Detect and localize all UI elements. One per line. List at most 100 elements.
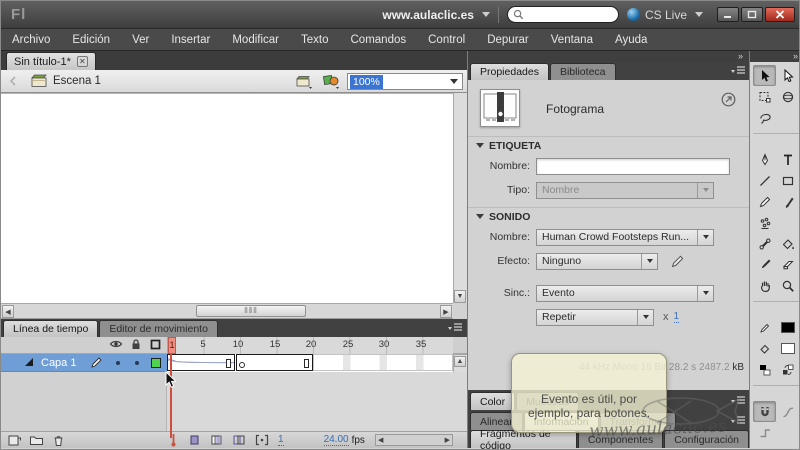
lasso-tool[interactable] bbox=[753, 107, 776, 128]
stage-horizontal-scrollbar[interactable]: ◀ ⦀⦀⦀ ▶ bbox=[1, 303, 453, 319]
scroll-down-arrow[interactable]: ▼ bbox=[454, 290, 466, 303]
menu-ayuda[interactable]: Ayuda bbox=[604, 34, 658, 46]
panel-menu-icon[interactable] bbox=[730, 396, 746, 405]
black-white-button[interactable] bbox=[753, 359, 776, 380]
paint-bucket-tool[interactable] bbox=[776, 233, 799, 254]
menu-depurar[interactable]: Depurar bbox=[476, 34, 540, 46]
chevron-down-icon[interactable] bbox=[697, 286, 713, 301]
stroke-color-swatch[interactable] bbox=[776, 317, 799, 338]
back-arrow-icon[interactable] bbox=[7, 75, 21, 87]
external-link-icon[interactable] bbox=[721, 92, 736, 107]
scroll-right-arrow[interactable]: ▶ bbox=[445, 436, 450, 444]
outline-layers-icon[interactable] bbox=[149, 338, 162, 351]
fps-value[interactable]: 24.00 bbox=[324, 434, 349, 446]
layer-visible-dot[interactable] bbox=[116, 361, 120, 365]
new-folder-button[interactable] bbox=[29, 434, 44, 446]
current-frame-value[interactable]: 1 bbox=[278, 434, 284, 446]
stage-vertical-scrollbar[interactable]: ▼ bbox=[453, 93, 467, 303]
tab-configuracion[interactable]: Configuración bbox=[664, 430, 749, 448]
new-layer-button[interactable] bbox=[7, 434, 21, 447]
brush-tool[interactable] bbox=[776, 191, 799, 212]
empty-frame-span[interactable] bbox=[236, 354, 313, 371]
fill-color-swatch[interactable] bbox=[776, 338, 799, 359]
layer-name[interactable]: Capa 1 bbox=[41, 357, 76, 369]
sound-sync-dropdown[interactable]: Evento bbox=[536, 285, 714, 302]
section-sonido[interactable]: SONIDO bbox=[468, 207, 750, 225]
smooth-toggle[interactable] bbox=[776, 401, 799, 422]
line-tool[interactable] bbox=[753, 170, 776, 191]
collapse-panels-icon[interactable]: » bbox=[738, 51, 742, 61]
frame-ruler[interactable]: 1 5 10 15 20 25 30 35 bbox=[167, 337, 453, 354]
scroll-right-arrow[interactable]: ▶ bbox=[440, 305, 452, 318]
free-transform-tool[interactable] bbox=[753, 86, 776, 107]
center-frame-button[interactable] bbox=[188, 434, 201, 446]
selection-tool[interactable] bbox=[753, 65, 776, 86]
layer-outline-color[interactable] bbox=[151, 358, 161, 368]
show-hide-layers-icon[interactable] bbox=[109, 338, 123, 350]
menu-edicion[interactable]: Edición bbox=[61, 34, 121, 46]
deco-tool[interactable] bbox=[753, 212, 776, 233]
layer-capa1[interactable]: Capa 1 bbox=[1, 354, 167, 372]
swap-colors-button[interactable] bbox=[776, 359, 799, 380]
tab-timeline[interactable]: Línea de tiempo bbox=[3, 320, 98, 337]
zoom-tool[interactable] bbox=[776, 275, 799, 296]
panel-menu-icon[interactable] bbox=[447, 323, 463, 332]
close-button[interactable] bbox=[765, 7, 795, 22]
workspace-switcher[interactable]: www.aulaclic.es bbox=[382, 8, 474, 22]
chevron-down-icon[interactable] bbox=[482, 12, 490, 17]
menu-insertar[interactable]: Insertar bbox=[160, 34, 221, 46]
zoom-level-input[interactable]: 100% bbox=[347, 73, 463, 90]
layer-list-area[interactable] bbox=[1, 372, 167, 431]
sound-frame-span[interactable] bbox=[167, 354, 235, 371]
edit-symbols-icon[interactable] bbox=[323, 73, 341, 89]
pencil-tool[interactable] bbox=[753, 191, 776, 212]
layer-lock-dot[interactable] bbox=[135, 361, 139, 365]
scroll-left-arrow[interactable]: ◀ bbox=[2, 305, 14, 318]
text-tool[interactable] bbox=[776, 149, 799, 170]
bone-tool[interactable] bbox=[753, 233, 776, 254]
edit-multiple-frames-button[interactable] bbox=[255, 434, 269, 446]
eyedropper-tool[interactable] bbox=[753, 254, 776, 275]
menu-ventana[interactable]: Ventana bbox=[540, 34, 604, 46]
scroll-left-arrow[interactable]: ◀ bbox=[378, 436, 383, 444]
frame-area[interactable] bbox=[167, 354, 453, 372]
3d-rotation-tool[interactable] bbox=[776, 86, 799, 107]
panel-menu-icon[interactable] bbox=[730, 416, 746, 425]
repeat-count-value[interactable]: 1 bbox=[674, 311, 680, 323]
menu-ver[interactable]: Ver bbox=[121, 34, 160, 46]
pen-tool[interactable] bbox=[753, 149, 776, 170]
menu-archivo[interactable]: Archivo bbox=[1, 34, 61, 46]
playhead[interactable]: 1 bbox=[168, 337, 176, 354]
collapse-panels-icon[interactable]: » bbox=[793, 51, 797, 61]
delete-layer-button[interactable] bbox=[52, 434, 65, 447]
tab-biblioteca[interactable]: Biblioteca bbox=[550, 63, 616, 80]
playhead-line[interactable] bbox=[170, 354, 172, 438]
panel-menu-icon[interactable] bbox=[730, 66, 746, 75]
close-icon[interactable]: ✕ bbox=[77, 56, 88, 67]
minimize-button[interactable] bbox=[717, 7, 739, 22]
label-name-input[interactable] bbox=[536, 158, 730, 175]
search-input[interactable] bbox=[507, 6, 619, 23]
document-tab[interactable]: Sin título-1* ✕ bbox=[6, 52, 96, 70]
tab-motion-editor[interactable]: Editor de movimiento bbox=[99, 320, 218, 337]
chevron-down-icon[interactable] bbox=[637, 310, 653, 325]
layer-row[interactable]: Capa 1 bbox=[1, 354, 467, 372]
empty-frames[interactable] bbox=[313, 354, 453, 371]
timeline-horizontal-scrollbar[interactable]: ◀ ▶ bbox=[375, 434, 453, 446]
chevron-down-icon[interactable] bbox=[697, 230, 713, 245]
chevron-down-icon[interactable] bbox=[641, 254, 657, 269]
scrollbar-thumb[interactable]: ⦀⦀⦀ bbox=[196, 305, 306, 317]
menu-modificar[interactable]: Modificar bbox=[221, 34, 290, 46]
rectangle-tool[interactable] bbox=[776, 170, 799, 191]
stage-canvas[interactable] bbox=[1, 93, 453, 303]
breadcrumb-scene[interactable]: Escena 1 bbox=[53, 75, 101, 87]
chevron-down-icon[interactable] bbox=[695, 12, 703, 17]
cs-live-button[interactable]: CS Live bbox=[627, 8, 687, 22]
onion-skin-outlines-button[interactable] bbox=[232, 434, 246, 446]
sound-effect-dropdown[interactable]: Ninguno bbox=[536, 253, 658, 270]
edit-effect-pencil-icon[interactable] bbox=[670, 254, 685, 269]
eraser-tool[interactable] bbox=[776, 254, 799, 275]
lock-layers-icon[interactable] bbox=[130, 338, 142, 351]
menu-comandos[interactable]: Comandos bbox=[340, 34, 418, 46]
scroll-up-arrow[interactable]: ▲ bbox=[454, 356, 466, 367]
